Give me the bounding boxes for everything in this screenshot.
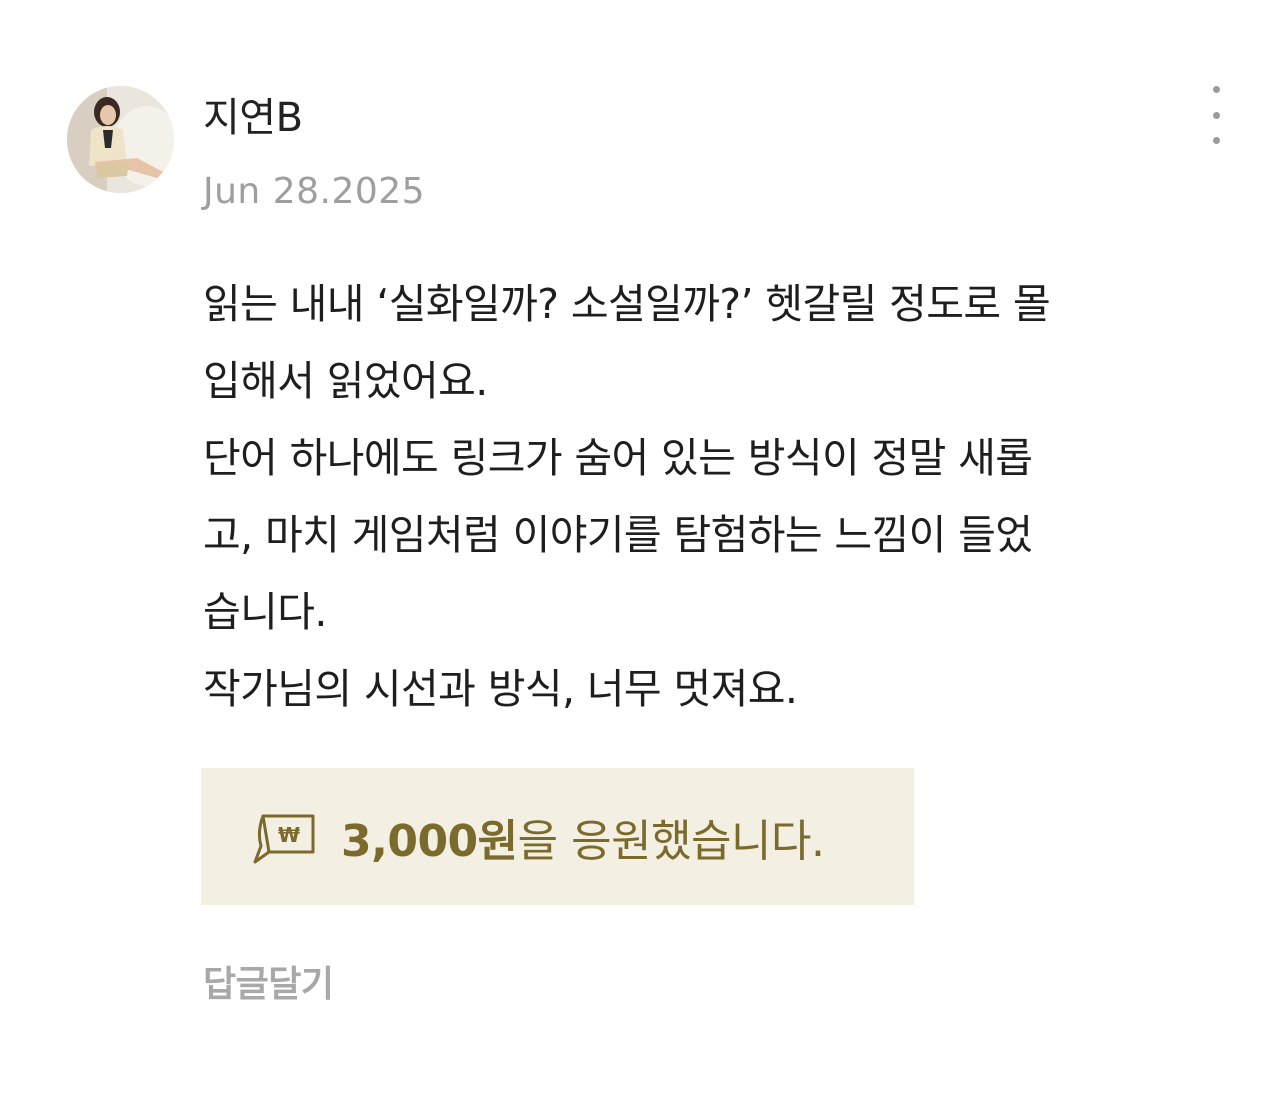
more-vertical-icon [1212,111,1220,119]
comment-date: Jun 28.2025 [203,171,426,212]
author-name[interactable]: 지연B [203,94,303,142]
comment-item: 지연B Jun 28.2025 읽는 내내 ‘실화일까? 소설일까?’ 헷갈릴 … [0,0,1280,1096]
comment-body-line: 작가님의 시선과 방식, 너무 멋져요. [203,665,798,713]
comment-body-line: 단어 하나에도 링크가 숨어 있는 방식이 정말 새롭 [203,434,1033,482]
more-options-button[interactable] [1196,82,1236,148]
support-amount: 3,000원 [341,815,518,867]
more-vertical-icon [1212,86,1220,93]
support-text: 을 응원했습니다. [517,815,825,867]
avatar[interactable] [67,86,174,193]
comment-body-line: 습니다. [203,588,327,636]
comment-body-line: 입해서 읽었어요. [203,357,488,405]
more-vertical-icon [1212,137,1220,144]
svg-text:₩: ₩ [278,823,300,847]
reply-button[interactable]: 답글달기 [203,962,334,1008]
comment-body-line: 고, 마치 게임처럼 이야기를 탐험하는 느낌이 들었 [203,511,1033,559]
comment-body-line: 읽는 내내 ‘실화일까? 소설일까?’ 헷갈릴 정도로 몰 [203,280,1051,328]
won-banknote-icon: ₩ [253,814,315,863]
avatar-image [67,86,174,193]
comment-body: 읽는 내내 ‘실화일까? 소설일까?’ 헷갈릴 정도로 몰 입해서 읽었어요. … [203,266,1263,728]
support-badge: ₩ 3,000원 을 응원했습니다. [201,768,914,905]
